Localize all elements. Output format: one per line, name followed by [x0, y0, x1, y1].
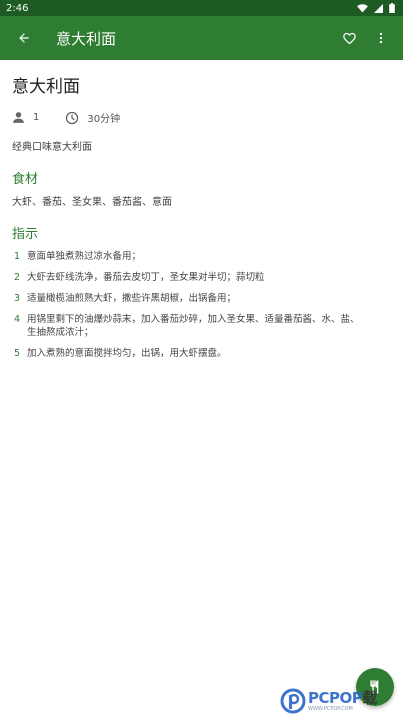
status-icons [357, 3, 395, 13]
step-number: 1 [14, 251, 21, 262]
back-button[interactable] [8, 22, 40, 54]
watermark-text: PCPOP [308, 688, 363, 707]
step-number: 2 [14, 272, 21, 283]
signal-icon [374, 3, 383, 13]
battery-icon [389, 3, 395, 13]
cook-time: 30分钟 [65, 110, 120, 125]
ingredients-list: 大虾、番茄、圣女果、番茄酱、意面 [12, 197, 172, 208]
instructions-heading: 指示 [12, 227, 39, 242]
clock-icon [66, 111, 79, 124]
status-time: 2:46 [6, 2, 29, 14]
pcpop-logo-icon [280, 688, 306, 714]
wifi-icon [357, 3, 368, 13]
instructions-list: 1 意面单独煮熟过凉水备用； 2 大虾去虾线洗净，番茄去皮切丁，圣女果对半切；蒜… [12, 250, 391, 360]
recipe-meta: 1 30分钟 [12, 110, 391, 125]
servings-value: 1 [33, 112, 40, 123]
watermark-suffix: 载 [362, 688, 377, 707]
status-bar: 2:46 [0, 0, 403, 16]
instruction-step: 5 加入煮熟的意面搅拌均匀，出锅，用大虾摆盘。 [12, 347, 391, 360]
watermark: PCPOP载 WWW.PCPOP.COM [280, 688, 377, 714]
heart-outline-icon [342, 32, 356, 44]
person-icon [13, 112, 24, 123]
step-text: 意面单独煮熟过凉水备用； [27, 251, 142, 262]
more-vert-icon [379, 32, 383, 44]
recipe-title: 意大利面 [12, 77, 80, 97]
more-options-button[interactable] [365, 22, 397, 54]
instruction-step: 1 意面单独煮熟过凉水备用； [12, 250, 391, 263]
step-text: 适量橄榄油煎熟大虾，撒些许黑胡椒，出锅备用； [27, 293, 237, 304]
step-text: 加入煮熟的意面搅拌均匀，出锅，用大虾摆盘。 [27, 348, 227, 359]
servings: 1 [12, 111, 39, 124]
ingredients-heading: 食材 [12, 172, 39, 187]
instruction-step: 4 用锅里剩下的油爆炒蒜末，加入番茄炒碎，加入圣女果、适量番茄酱、水、盐、生抽熬… [12, 313, 391, 339]
step-text: 用锅里剩下的油爆炒蒜末，加入番茄炒碎，加入圣女果、适量番茄酱、水、盐、生抽熬成浓… [27, 314, 360, 338]
step-number: 3 [14, 293, 21, 304]
step-text: 大虾去虾线洗净，番茄去皮切丁，圣女果对半切；蒜切粒 [27, 272, 265, 283]
step-number: 5 [14, 348, 21, 359]
cook-time-value: 30分钟 [87, 114, 121, 125]
watermark-url: WWW.PCPOP.COM [308, 705, 353, 712]
instruction-step: 2 大虾去虾线洗净，番茄去皮切丁，圣女果对半切；蒜切粒 [12, 271, 391, 284]
page-title: 意大利面 [56, 29, 117, 48]
app-bar: 意大利面 [0, 16, 403, 60]
back-arrow-icon [19, 33, 29, 43]
favorite-button[interactable] [333, 22, 365, 54]
instruction-step: 3 适量橄榄油煎熟大虾，撒些许黑胡椒，出锅备用； [12, 292, 391, 305]
recipe-description: 经典口味意大利面 [12, 142, 92, 153]
step-number: 4 [14, 314, 21, 325]
recipe-content: 意大利面 1 30分钟 经典口味意大利面 食材 大虾、番茄、圣女果、番茄酱、意面… [0, 72, 403, 360]
